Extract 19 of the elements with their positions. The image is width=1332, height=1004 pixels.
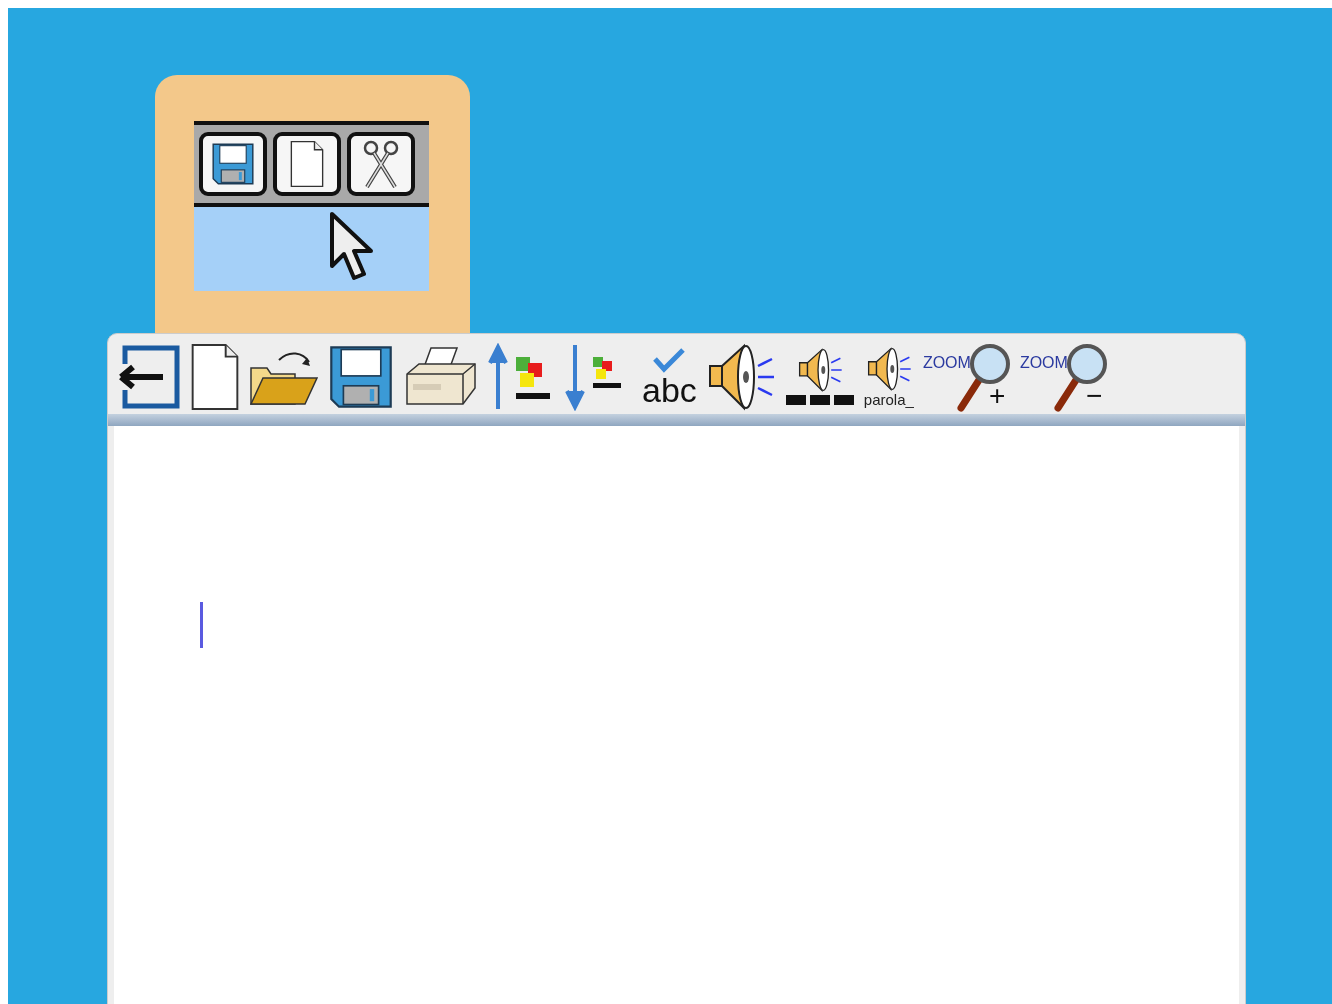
speak-word-button[interactable]: parola_ [863, 341, 914, 413]
zoom-button[interactable]: ZOOM − [1019, 341, 1108, 413]
speaker-icon [865, 346, 912, 392]
blank-page-icon [290, 140, 324, 188]
new-button[interactable] [190, 341, 240, 413]
zoom-label: ZOOM [1019, 354, 1068, 372]
text-cursor [200, 602, 203, 648]
word-label: parola_ [863, 392, 914, 408]
spellcheck-button[interactable]: abc [642, 341, 697, 413]
check-mark-icon [652, 347, 687, 373]
pointer-icon [329, 211, 373, 283]
blank-page-icon [190, 343, 240, 411]
word-blocks-icon [784, 393, 855, 407]
spellcheck-label: abc [642, 373, 697, 407]
zoom-label: ZOOM [922, 354, 971, 372]
speaker-icon [796, 347, 843, 393]
zoom-sign: − [1085, 382, 1103, 410]
zoom-button[interactable]: ZOOM + [922, 341, 1011, 413]
zoom-sign: + [988, 382, 1006, 410]
